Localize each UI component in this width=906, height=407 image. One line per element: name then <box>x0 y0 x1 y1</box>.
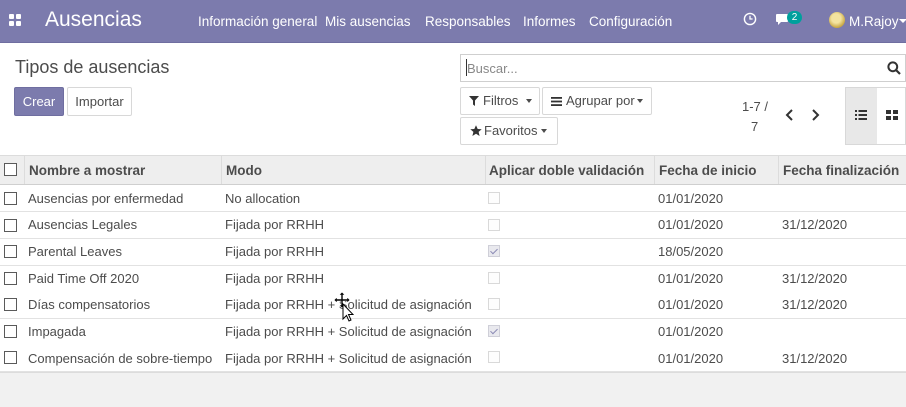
row-name: Paid Time Off 2020 <box>28 271 140 286</box>
row-name: Impagada <box>28 324 86 339</box>
column-divider <box>485 156 486 184</box>
table-row[interactable]: Ausencias Legales Fijada por RRHH 01/01/… <box>0 212 906 239</box>
breadcrumb: Tipos de ausencias <box>15 57 170 77</box>
table-row[interactable]: Impagada Fijada por RRHH + Solicitud de … <box>0 319 906 346</box>
chat-badge: 2 <box>787 11 802 24</box>
row-start-date: 01/01/2020 <box>658 271 724 286</box>
apps-menu-icon[interactable] <box>9 14 22 27</box>
app-title[interactable]: Ausencias <box>45 8 142 32</box>
double-validation-checkbox <box>488 245 500 257</box>
top-navbar: Ausencias Información general Mis ausenc… <box>0 0 906 43</box>
group-by-dropdown[interactable]: Agrupar por <box>542 87 652 115</box>
row-name: Compensación de sobre-tiempo <box>28 351 213 366</box>
list-view-button[interactable] <box>846 88 877 144</box>
pager-total: 7 <box>751 119 759 134</box>
avatar[interactable] <box>829 12 845 28</box>
double-validation-checkbox <box>488 192 500 204</box>
user-menu-name[interactable]: M.Rajoy <box>849 14 899 29</box>
column-header-double-validation[interactable]: Aplicar doble validación <box>489 163 644 178</box>
column-header-start-date[interactable]: Fecha de inicio <box>659 163 757 178</box>
row-checkbox[interactable] <box>4 351 17 364</box>
pager-range[interactable]: 1-7 / <box>742 99 768 114</box>
group-by-label: Agrupar por <box>566 93 635 108</box>
row-name: Parental Leaves <box>28 244 122 259</box>
row-name: Ausencias por enfermedad <box>28 191 184 206</box>
double-validation-checkbox <box>488 351 500 363</box>
table-row[interactable]: Paid Time Off 2020 Fijada por RRHH 01/01… <box>0 266 906 293</box>
favorites-dropdown[interactable]: Favoritos <box>460 117 558 145</box>
row-start-date: 01/01/2020 <box>658 217 724 232</box>
row-end-date: 31/12/2020 <box>782 351 848 366</box>
table-row[interactable]: Parental Leaves Fijada por RRHH 18/05/20… <box>0 239 906 266</box>
filter-icon <box>469 96 479 106</box>
column-divider <box>221 156 222 184</box>
star-icon <box>470 125 482 136</box>
import-button[interactable]: Importar <box>67 87 132 116</box>
text-caret <box>466 59 467 76</box>
row-start-date: 01/01/2020 <box>658 297 724 312</box>
menu-informes[interactable]: Informes <box>523 14 576 29</box>
search-input[interactable] <box>467 60 867 77</box>
column-divider <box>778 156 779 184</box>
double-validation-checkbox <box>488 219 500 231</box>
row-mode: No allocation <box>225 191 301 206</box>
table-row[interactable]: Ausencias por enfermedad No allocation 0… <box>0 185 906 212</box>
menu-responsables[interactable]: Responsables <box>425 14 511 29</box>
chevron-left-icon[interactable] <box>785 109 794 121</box>
row-mode: Fijada por RRHH <box>225 217 324 232</box>
select-all-checkbox[interactable] <box>4 163 17 176</box>
row-checkbox[interactable] <box>4 245 17 258</box>
favorites-label: Favoritos <box>484 123 538 138</box>
row-end-date: 31/12/2020 <box>782 271 848 286</box>
table-footer <box>0 372 906 407</box>
row-checkbox[interactable] <box>4 325 17 338</box>
row-end-date: 31/12/2020 <box>782 297 848 312</box>
menu-configuracion[interactable]: Configuración <box>589 14 672 29</box>
row-mode: Fijada por RRHH + Solicitud de asignació… <box>225 324 472 339</box>
row-checkbox[interactable] <box>4 219 17 232</box>
row-mode: Fijada por RRHH <box>225 271 324 286</box>
double-validation-checkbox <box>488 325 500 337</box>
filters-dropdown[interactable]: Filtros <box>460 87 540 115</box>
row-checkbox[interactable] <box>4 192 17 205</box>
chevron-down-icon[interactable] <box>899 19 906 23</box>
row-end-date: 31/12/2020 <box>782 217 848 232</box>
column-divider <box>24 156 25 184</box>
menu-mis-ausencias[interactable]: Mis ausencias <box>325 14 411 29</box>
row-name: Días compensatorios <box>28 297 151 312</box>
column-header-name[interactable]: Nombre a mostrar <box>29 163 145 178</box>
column-header-mode[interactable]: Modo <box>226 163 262 178</box>
row-start-date: 18/05/2020 <box>658 244 724 259</box>
clock-icon[interactable] <box>743 12 757 26</box>
move-cursor-icon <box>334 292 354 322</box>
menu-informacion-general[interactable]: Información general <box>198 14 317 29</box>
column-divider <box>654 156 655 184</box>
table-row[interactable]: Días compensatorios Fijada por RRHH + So… <box>0 292 906 319</box>
create-button[interactable]: Crear <box>14 87 64 116</box>
chevron-down-icon <box>526 99 532 103</box>
chevron-right-icon[interactable] <box>811 109 820 121</box>
row-checkbox[interactable] <box>4 272 17 285</box>
list-icon <box>551 97 562 106</box>
kanban-view-icon[interactable] <box>886 110 898 121</box>
row-name: Ausencias Legales <box>28 217 138 232</box>
table-row[interactable]: Compensación de sobre-tiempo Fijada por … <box>0 345 906 372</box>
chevron-down-icon <box>637 99 643 103</box>
column-header-end-date[interactable]: Fecha finalización <box>783 163 899 178</box>
row-checkbox[interactable] <box>4 298 17 311</box>
filters-label: Filtros <box>483 93 519 108</box>
chevron-down-icon <box>541 129 547 133</box>
row-mode: Fijada por RRHH <box>225 244 324 259</box>
row-start-date: 01/01/2020 <box>658 191 724 206</box>
double-validation-checkbox <box>488 272 500 284</box>
list-view-icon <box>855 110 867 120</box>
search-icon[interactable] <box>887 61 901 75</box>
row-start-date: 01/01/2020 <box>658 351 724 366</box>
row-mode: Fijada por RRHH + Solicitud de asignació… <box>225 351 472 366</box>
row-start-date: 01/01/2020 <box>658 324 724 339</box>
double-validation-checkbox <box>488 298 500 310</box>
